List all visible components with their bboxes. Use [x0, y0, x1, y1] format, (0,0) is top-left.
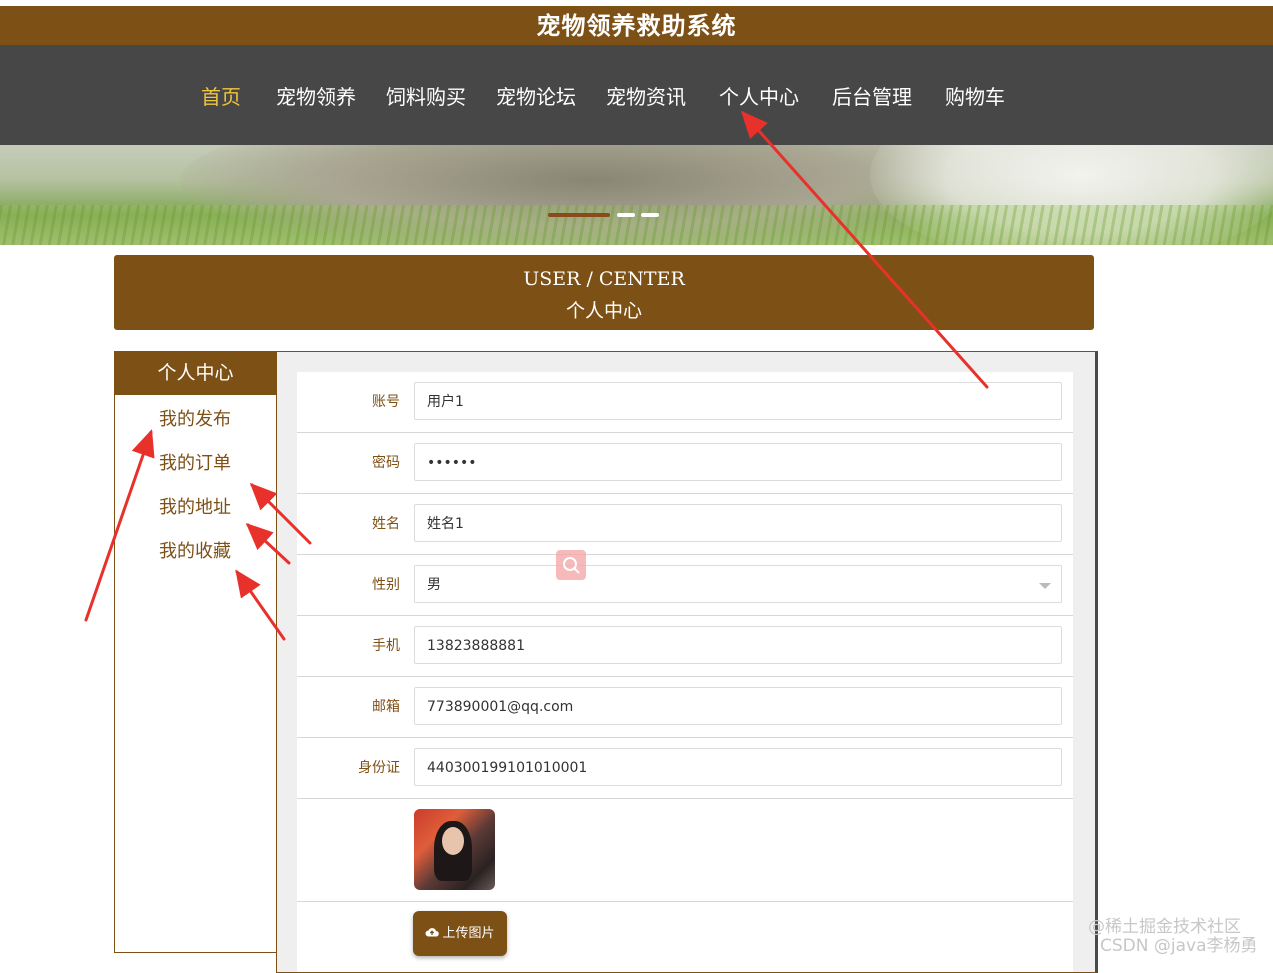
upload-image-button[interactable]: 上传图片 — [413, 911, 507, 956]
gender-label: 性别 — [372, 577, 400, 593]
email-label: 邮箱 — [372, 699, 400, 715]
section-title-en: USER / CENTER — [523, 268, 685, 290]
sidebar-item-my-posts[interactable]: 我的发布 — [159, 405, 231, 431]
form-row-password: 密码 •••••• — [297, 433, 1073, 494]
app-title: 宠物领养救助系统 — [0, 6, 1273, 45]
cloud-upload-icon — [425, 928, 440, 937]
watermark-csdn: CSDN @java李杨勇 — [1100, 936, 1258, 956]
nav-item-cart[interactable]: 购物车 — [945, 81, 1005, 110]
email-input[interactable]: 773890001@qq.com — [414, 687, 1062, 725]
form-row-gender: 性别 男 — [297, 555, 1073, 616]
nav-item-pet-news[interactable]: 宠物资讯 — [606, 81, 686, 110]
section-title-cn: 个人中心 — [565, 300, 642, 322]
sidebar-title: 个人中心 — [115, 352, 276, 395]
user-sidebar: 个人中心 我的发布 我的订单 我的地址 我的收藏 — [114, 351, 277, 953]
nav-item-pet-forum[interactable]: 宠物论坛 — [496, 81, 576, 110]
account-label: 账号 — [372, 394, 400, 410]
form-row-email: 邮箱 773890001@qq.com — [297, 677, 1073, 738]
floating-search-button[interactable] — [556, 550, 586, 580]
upload-image-label: 上传图片 — [442, 926, 495, 941]
nav-item-admin[interactable]: 后台管理 — [832, 81, 912, 110]
form-row-name: 姓名 姓名1 — [297, 494, 1073, 555]
form-row-account: 账号 用户1 — [297, 372, 1073, 433]
profile-form-container: 账号 用户1 密码 •••••• 姓名 姓名1 性别 男 手机 13823888… — [276, 351, 1098, 973]
carousel-dot-active[interactable] — [548, 213, 610, 217]
form-row-id-card: 身份证 440300199101010001 — [297, 738, 1073, 799]
sidebar-item-my-orders[interactable]: 我的订单 — [159, 449, 231, 475]
divider — [297, 901, 1073, 902]
id-card-label: 身份证 — [358, 760, 400, 776]
sidebar-item-my-favorites[interactable]: 我的收藏 — [159, 537, 231, 563]
phone-input[interactable]: 13823888881 — [414, 626, 1062, 664]
main-nav: 首页 宠物领养 饲料购买 宠物论坛 宠物资讯 个人中心 后台管理 购物车 — [0, 45, 1273, 145]
nav-item-user-center[interactable]: 个人中心 — [719, 81, 799, 110]
chevron-down-icon — [1039, 583, 1051, 589]
nav-item-feed-purchase[interactable]: 饲料购买 — [386, 81, 466, 110]
form-row-phone: 手机 13823888881 — [297, 616, 1073, 677]
carousel-dot[interactable] — [641, 213, 659, 217]
phone-label: 手机 — [372, 638, 400, 654]
gender-select[interactable]: 男 — [414, 565, 1062, 603]
section-header: USER / CENTER 个人中心 — [114, 255, 1094, 330]
nav-item-pet-adoption[interactable]: 宠物领养 — [276, 81, 356, 110]
search-icon — [563, 557, 580, 574]
password-input[interactable]: •••••• — [414, 443, 1062, 481]
name-label: 姓名 — [372, 516, 400, 532]
gender-select-value: 男 — [427, 577, 441, 593]
carousel-dot[interactable] — [617, 213, 635, 217]
nav-item-home[interactable]: 首页 — [201, 81, 241, 110]
sidebar-item-my-address[interactable]: 我的地址 — [159, 493, 231, 519]
password-label: 密码 — [372, 455, 400, 471]
account-input[interactable]: 用户1 — [414, 382, 1062, 420]
avatar — [414, 809, 495, 890]
id-card-input[interactable]: 440300199101010001 — [414, 748, 1062, 786]
name-input[interactable]: 姓名1 — [414, 504, 1062, 542]
hero-banner — [0, 145, 1273, 245]
profile-form: 账号 用户1 密码 •••••• 姓名 姓名1 性别 男 手机 13823888… — [297, 372, 1073, 972]
